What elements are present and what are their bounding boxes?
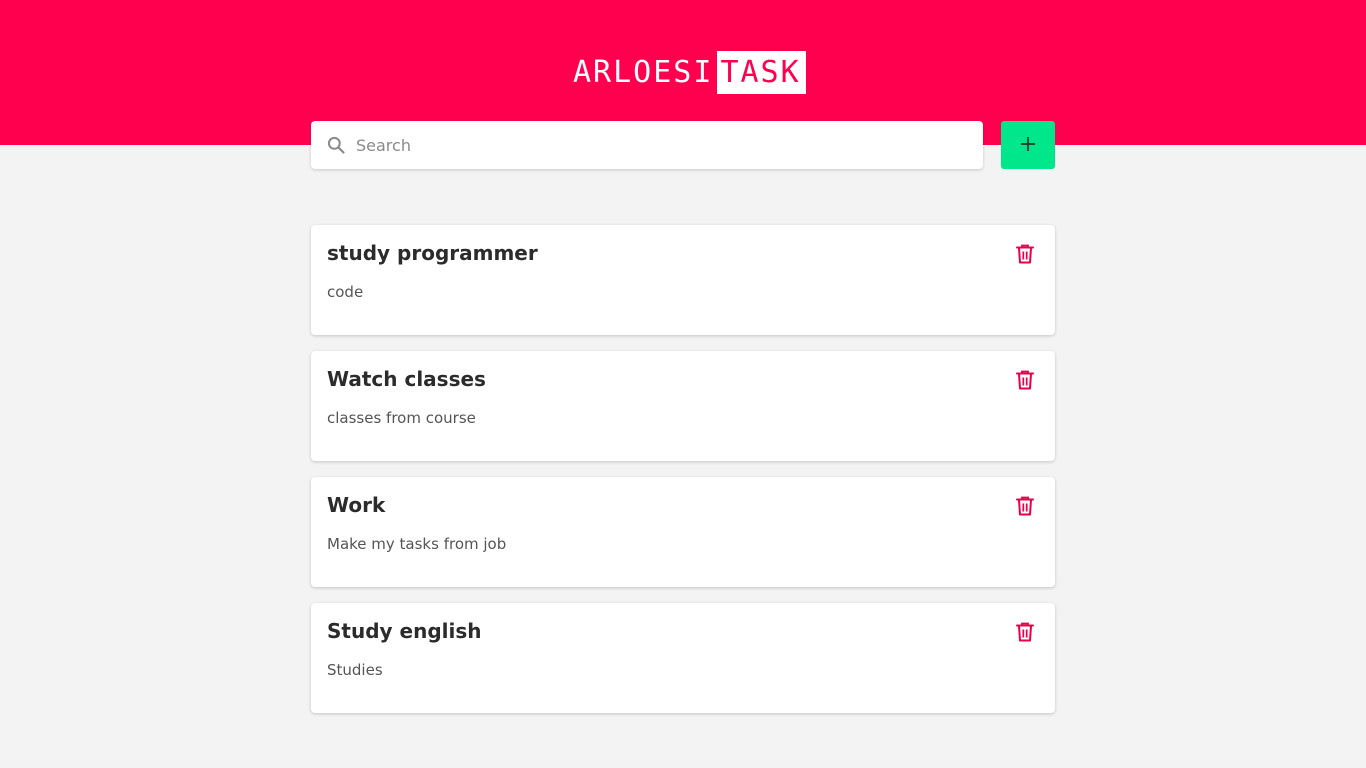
trash-icon [1016,496,1034,519]
task-title: study programmer [327,241,538,265]
task-description: Studies [327,661,383,679]
task-title: Study english [327,619,482,643]
task-card: Watch classes classes from course [311,351,1055,461]
search-box [311,121,983,169]
delete-task-button[interactable] [1011,493,1039,521]
task-list: study programmer code Watch classes clas… [311,225,1055,729]
task-card: Work Make my tasks from job [311,477,1055,587]
delete-task-button[interactable] [1011,619,1039,647]
task-title: Work [327,493,386,517]
trash-icon [1016,244,1034,267]
task-description: classes from course [327,409,476,427]
trash-icon [1016,622,1034,645]
search-icon [325,134,347,156]
task-description: code [327,283,364,301]
task-card: Study english Studies [311,603,1055,713]
delete-task-button[interactable] [1011,241,1039,269]
add-task-button[interactable] [1001,121,1055,169]
task-title: Watch classes [327,367,486,391]
logo-text-primary: ARLOESI [573,55,714,90]
plus-icon [1020,136,1036,155]
logo-text-highlight: TASK [717,51,807,94]
trash-icon [1016,370,1034,393]
task-description: Make my tasks from job [327,535,507,553]
search-input[interactable] [354,124,958,166]
task-card: study programmer code [311,225,1055,335]
app-logo: ARLOESI TASK [573,51,807,94]
delete-task-button[interactable] [1011,367,1039,395]
